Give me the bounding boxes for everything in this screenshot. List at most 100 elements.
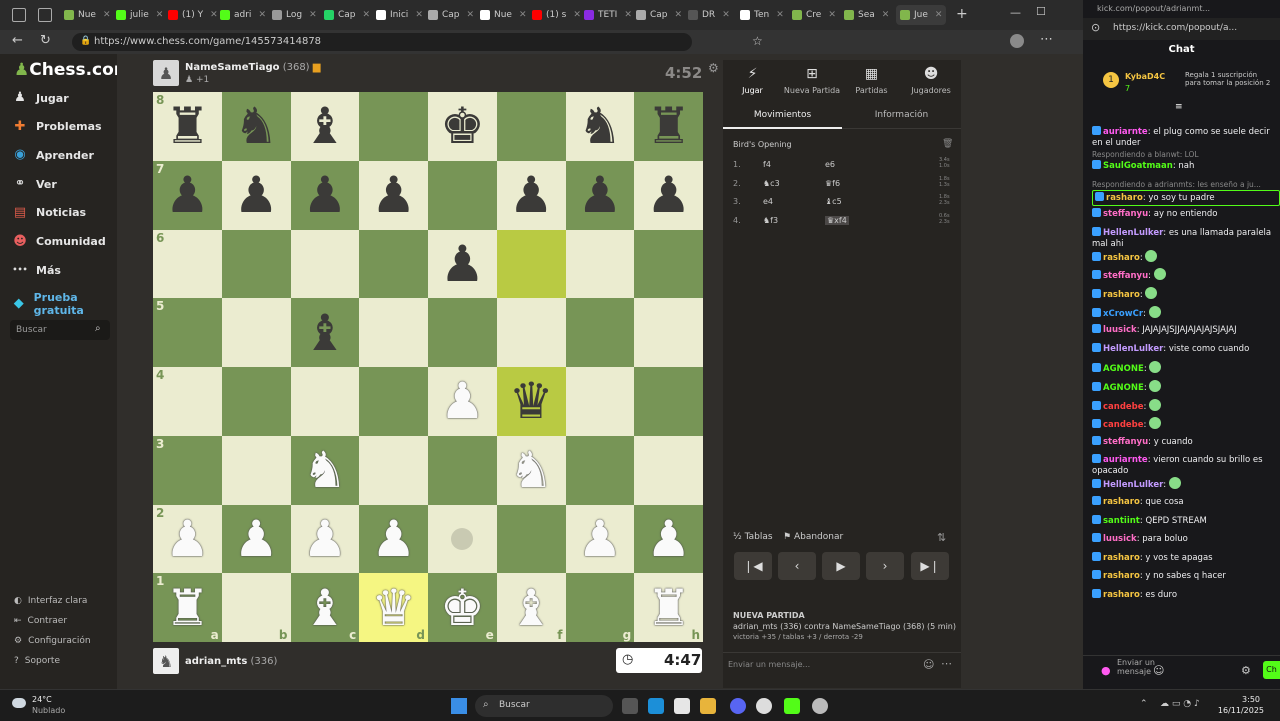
square-e7[interactable]: [428, 160, 497, 230]
browser-tab[interactable]: Ten ✕: [740, 5, 784, 25]
square-e8[interactable]: ♚: [428, 92, 497, 161]
chat-username[interactable]: candebe: [1103, 402, 1144, 412]
square-g2[interactable]: ♟: [565, 504, 635, 574]
white-move[interactable]: ♞c3: [763, 179, 780, 188]
white-bishop-piece[interactable]: ♝: [509, 583, 554, 633]
tab-close-icon[interactable]: ✕: [722, 10, 730, 20]
play-button[interactable]: ▶: [822, 552, 860, 580]
square-g4[interactable]: [565, 367, 635, 436]
sidebar-item-problemas[interactable]: ✚ Problemas: [12, 119, 102, 135]
chat-username[interactable]: rasharo: [1103, 253, 1140, 263]
black-knight-piece[interactable]: ♞: [577, 101, 622, 151]
square-f1[interactable]: f ♝: [496, 573, 566, 642]
square-c8[interactable]: ♝: [290, 92, 360, 161]
edge-icon[interactable]: [648, 698, 664, 714]
sidebar-bottom-item[interactable]: ⇤ Contraer: [14, 616, 67, 626]
square-a2[interactable]: 2 ♟: [153, 504, 222, 574]
chat-username[interactable]: steffanyu: [1103, 209, 1148, 219]
top-player-avatar[interactable]: ♟: [153, 60, 179, 86]
chat-username[interactable]: auriarnte: [1103, 127, 1148, 137]
profile-avatar[interactable]: [1010, 34, 1024, 48]
sidebar-item-noticias[interactable]: ▤ Noticias: [12, 205, 86, 221]
flip-board-icon[interactable]: ⇅: [937, 531, 946, 544]
resign-button[interactable]: ⚑ Abandonar: [783, 532, 843, 542]
task-view-icon[interactable]: [622, 698, 638, 714]
square-f5[interactable]: [496, 298, 566, 367]
sub-user[interactable]: KybaD4C: [1125, 72, 1165, 81]
tab-close-icon[interactable]: ✕: [776, 10, 784, 20]
white-pawn-piece[interactable]: ♟: [577, 514, 622, 564]
square-e1[interactable]: e ♚: [428, 573, 497, 642]
square-b6[interactable]: [221, 229, 291, 299]
square-h6[interactable]: [634, 229, 703, 299]
tab-close-icon[interactable]: ✕: [675, 10, 683, 20]
tab-movimientos[interactable]: Movimientos: [723, 104, 842, 129]
chat-username[interactable]: auriarnte: [1103, 455, 1148, 465]
new-game-line[interactable]: adrian_mts (336) contra NameSameTiago (3…: [733, 622, 956, 631]
square-f2[interactable]: [496, 504, 566, 574]
chat-username[interactable]: HellenLulker: [1103, 228, 1163, 238]
tab-close-icon[interactable]: ✕: [624, 10, 632, 20]
sidebar-item-más[interactable]: ••• Más: [12, 262, 61, 278]
browser-tab[interactable]: adri ✕: [220, 5, 266, 25]
sidebar-item-aprender[interactable]: ◉ Aprender: [12, 147, 94, 163]
browser-tab[interactable]: Cap ✕: [428, 5, 474, 25]
opening-name[interactable]: Bird's Opening: [733, 140, 792, 149]
black-pawn-piece[interactable]: ♟: [234, 170, 279, 220]
chat-username[interactable]: HellenLulker: [1103, 344, 1163, 354]
square-b3[interactable]: [221, 435, 291, 505]
square-f4[interactable]: ♛: [496, 367, 566, 436]
sidebar-bottom-item[interactable]: ? Soporte: [14, 656, 60, 666]
legal-move-dot[interactable]: [451, 527, 474, 550]
tray-icons[interactable]: ☁ ▭ ◔ ♪: [1160, 699, 1200, 709]
square-c4[interactable]: [290, 367, 360, 436]
square-g5[interactable]: [565, 298, 635, 367]
square-b2[interactable]: ♟: [221, 504, 291, 574]
chat-username[interactable]: luusick: [1103, 534, 1137, 544]
sidebar-item-comunidad[interactable]: ☻ Comunidad: [12, 234, 105, 250]
tab-close-icon[interactable]: ✕: [156, 10, 164, 20]
browser-tab[interactable]: Log ✕: [272, 5, 317, 25]
square-a1[interactable]: 1 a ♜: [153, 573, 222, 642]
clock-time[interactable]: 3:50: [1220, 695, 1260, 704]
square-e6[interactable]: ♟: [428, 229, 497, 299]
tab-close-icon[interactable]: ✕: [573, 10, 581, 20]
reload-icon[interactable]: ↻: [40, 33, 51, 48]
square-d7[interactable]: ♟: [359, 160, 428, 230]
square-g8[interactable]: ♞: [565, 92, 635, 161]
chat-username[interactable]: rasharo: [1106, 193, 1143, 203]
clock-date[interactable]: 16/11/2025: [1214, 706, 1264, 715]
white-move[interactable]: ♞f3: [763, 216, 778, 225]
tab-close-icon[interactable]: ✕: [415, 10, 423, 20]
black-move[interactable]: e6: [825, 160, 835, 169]
black-pawn-piece[interactable]: ♟: [165, 170, 210, 220]
square-b8[interactable]: ♞: [221, 92, 291, 161]
maximize-icon[interactable]: ☐: [1036, 5, 1046, 18]
panel-tab-jugar[interactable]: ⚡ Jugar: [723, 66, 782, 95]
app-icon[interactable]: [812, 698, 828, 714]
taskbar-search[interactable]: ⌕ Buscar: [475, 695, 613, 717]
tab-actions-icon[interactable]: [38, 8, 52, 22]
square-g1[interactable]: g: [565, 573, 635, 642]
square-b1[interactable]: b: [221, 573, 291, 642]
browser-tab[interactable]: julie ✕: [116, 5, 163, 25]
emoji-icon[interactable]: ☺: [923, 658, 934, 671]
browser-tab[interactable]: Cre ✕: [792, 5, 836, 25]
chat-username[interactable]: HellenLulker: [1103, 480, 1163, 490]
square-d2[interactable]: ♟: [359, 504, 428, 574]
square-a6[interactable]: 6: [153, 229, 222, 299]
square-a5[interactable]: 5: [153, 298, 222, 367]
weather-temp[interactable]: 24°C: [32, 695, 52, 704]
black-pawn-piece[interactable]: ♟: [577, 170, 622, 220]
browser-tab[interactable]: Sea ✕: [844, 5, 889, 25]
sidebar-bottom-item[interactable]: ◐ Interfaz clara: [14, 596, 87, 606]
white-move[interactable]: f4: [763, 160, 771, 169]
black-rook-piece[interactable]: ♜: [165, 101, 210, 151]
tab-close-icon[interactable]: ✕: [935, 10, 943, 20]
square-f6[interactable]: [496, 229, 566, 299]
black-knight-piece[interactable]: ♞: [234, 101, 279, 151]
chat-username[interactable]: rasharo: [1103, 571, 1140, 581]
chess-board[interactable]: 8 ♜ ♞ ♝ ♚ ♞ ♜ 7 ♟ ♟ ♟ ♟ ♟ ♟ ♟ 6 ♟ 5 ♝ 4 ♟ ♛ 3 ♞ ♞ 2 ♟ ♟ ♟ ♟ ♟ ♟ 1 a ♜ b c ♝ d ♛…: [153, 92, 703, 642]
chat-username[interactable]: candebe: [1103, 420, 1144, 430]
square-d1[interactable]: d ♛: [359, 573, 428, 642]
